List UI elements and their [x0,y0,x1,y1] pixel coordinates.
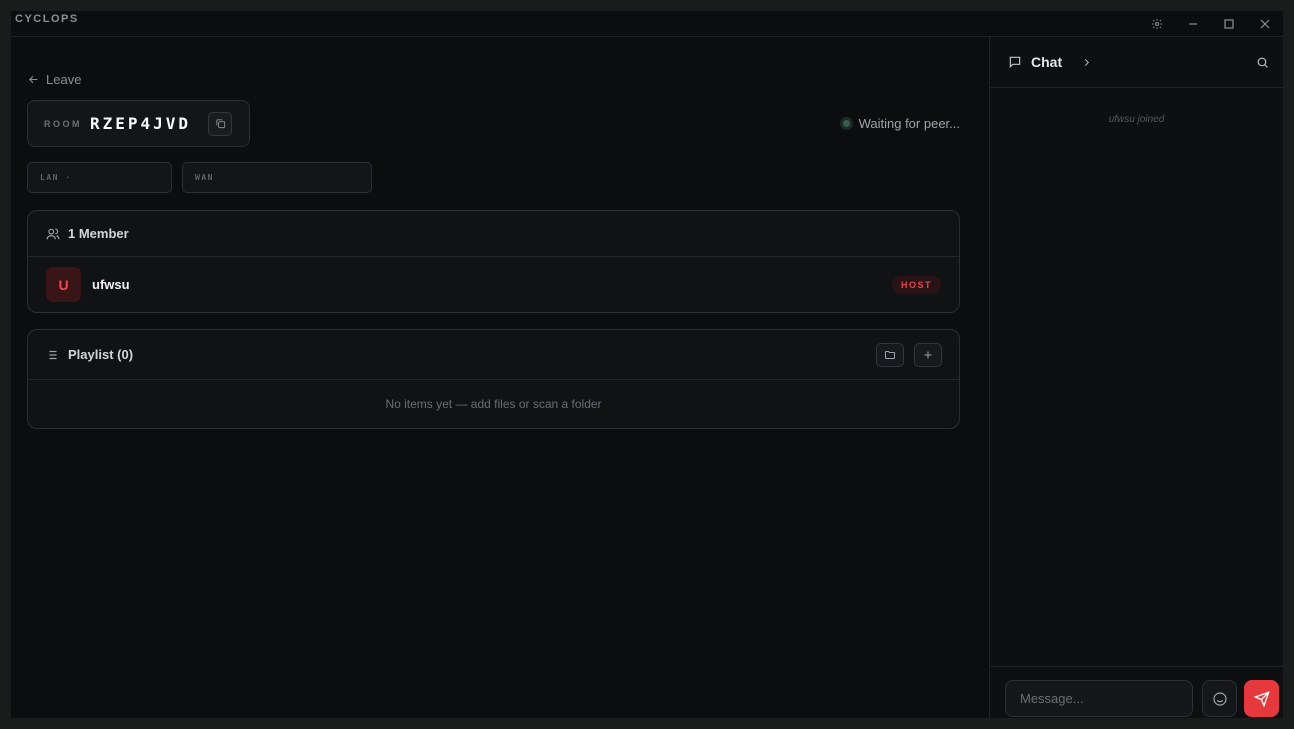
members-card: 1 Member U ufwsu HOST [27,210,960,313]
playlist-empty-text: No items yet — add files or scan a folde… [385,397,602,411]
members-title: 1 Member [68,226,129,241]
app-window: CYCLOPS Leave ROOM RZEP4JVD Waiting for … [11,11,1283,718]
avatar: U [46,267,81,302]
chat-header: Chat [990,37,1283,88]
send-button[interactable] [1244,680,1279,717]
chat-title: Chat [1031,54,1063,70]
playlist-header: Playlist (0) [28,330,959,380]
close-icon[interactable] [1247,11,1283,37]
room-label: ROOM [44,118,82,129]
app-title: CYCLOPS [15,13,79,25]
leave-label: Leave [46,72,82,87]
chat-panel: Chat ufwsu joined [989,37,1283,718]
copy-room-code-button[interactable] [208,111,232,136]
status-text: Waiting for peer... [858,116,960,131]
members-header: 1 Member [28,211,959,257]
add-files-button[interactable] [914,343,942,367]
send-icon [1253,690,1270,707]
lan-address-field[interactable]: LAN · [27,162,172,193]
minimize-icon[interactable] [1175,11,1211,37]
message-input[interactable] [1005,680,1193,717]
room-main-panel: Leave ROOM RZEP4JVD Waiting for peer... … [11,37,989,718]
smile-icon [1212,691,1227,706]
users-icon [46,227,60,239]
settings-icon[interactable] [1139,11,1175,37]
room-code: RZEP4JVD [90,114,192,133]
system-message: ufwsu joined [1108,114,1165,125]
status-indicator [839,117,853,130]
message-square-icon [1009,56,1021,69]
maximize-icon[interactable] [1211,11,1247,37]
list-icon [49,350,57,359]
member-name: ufwsu [92,277,130,292]
plus-icon [924,351,932,359]
chat-footer [990,666,1283,718]
scan-folder-button[interactable] [876,343,904,367]
playlist-title: Playlist (0) [68,347,134,362]
search-icon[interactable] [1256,56,1269,69]
chevron-right-icon[interactable] [1081,57,1092,68]
folder-icon [885,351,895,359]
copy-icon [215,119,225,129]
wan-address-field[interactable]: WAN [182,162,372,193]
connection-status: Waiting for peer... [839,116,960,131]
title-bar: CYCLOPS [11,11,1283,37]
playlist-card: Playlist (0) No items yet — add files or… [27,329,960,429]
host-badge: HOST [891,276,941,294]
room-code-card: ROOM RZEP4JVD [27,100,250,147]
arrow-left-icon [28,75,38,84]
emoji-button[interactable] [1202,680,1237,717]
member-row[interactable]: U ufwsu HOST [28,257,959,312]
leave-button[interactable]: Leave [27,72,81,87]
